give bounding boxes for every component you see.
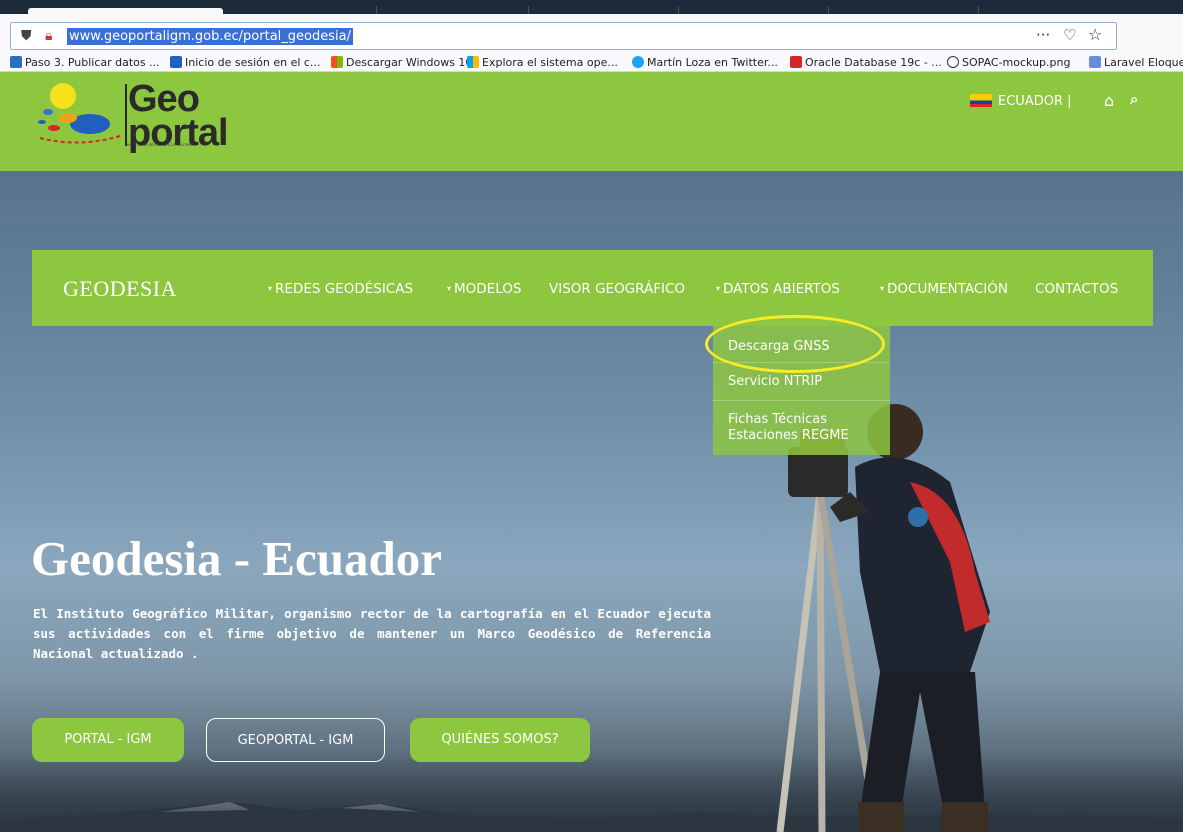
logo-wordmark: Geo portal [128, 78, 229, 154]
search-icon[interactable]: ⌕ [1130, 90, 1138, 108]
country-label: ECUADOR | [998, 94, 1072, 109]
url-text[interactable]: www.geoportaligm.gob.ec/portal_geodesia/ [67, 28, 353, 45]
ecuador-flag-icon [970, 94, 992, 107]
twitter-icon [632, 56, 644, 68]
nav-item-documentacion[interactable]: ▾ DOCUMENTACIÓN [880, 281, 1008, 297]
tracking-shield-icon[interactable]: ⛊ [21, 28, 35, 44]
tab-separator [376, 6, 377, 14]
bookmark-star-icon[interactable]: ☆ [1088, 25, 1102, 44]
bookmark-item[interactable]: Laravel Eloque [1089, 55, 1183, 71]
globe-icon [947, 56, 959, 68]
nav-item-visor-geografico[interactable]: VISOR GEOGRÁFICO [549, 281, 685, 297]
nav-item-datos-abiertos[interactable]: ▾ DATOS ABIERTOS [716, 281, 840, 297]
web-page: Geo portal INSTITUTO GEOGRÁFICO MILITAR … [0, 72, 1183, 832]
bookmark-favicon-icon [170, 56, 182, 68]
laravel-icon [1089, 56, 1101, 68]
geoportal-igm-button[interactable]: GEOPORTAL - IGM [206, 718, 385, 762]
address-bar[interactable]: ⛊ 🔒︎ www.geoportaligm.gob.ec/portal_geod… [10, 22, 1117, 50]
bookmark-item[interactable]: SOPAC-mockup.png [947, 55, 1070, 71]
bookmark-item[interactable]: Inicio de sesión en el c... [170, 55, 320, 71]
caret-down-icon: ▾ [880, 284, 885, 293]
portal-igm-button[interactable]: PORTAL - IGM [32, 718, 184, 762]
bookmark-item[interactable]: Explora el sistema ope... [467, 55, 618, 71]
bookmark-item[interactable]: Martín Loza en Twitter... [632, 55, 778, 71]
bookmark-item[interactable]: Paso 3. Publicar datos ... [10, 55, 160, 71]
bookmark-item[interactable]: Oracle Database 19c - ... [790, 55, 942, 71]
pocket-icon[interactable]: ♡ [1063, 26, 1076, 44]
bookmarks-toolbar: Paso 3. Publicar datos ... Inicio de ses… [0, 54, 1183, 72]
nav-item-modelos[interactable]: ▾ MODELOS [447, 281, 521, 297]
nav-item-redes-geodesicas[interactable]: ▾ REDES GEODÉSICAS [268, 281, 413, 297]
bookmark-favicon-icon [10, 56, 22, 68]
dropdown-item-servicio-ntrip[interactable]: Servicio NTRIP [728, 374, 822, 390]
caret-down-icon: ▾ [447, 284, 452, 293]
main-navbar: GEODESIA ▾ REDES GEODÉSICAS ▾ MODELOS VISO… [32, 250, 1153, 326]
dropdown-item-fichas-tecnicas[interactable]: Fichas Técnicas [728, 412, 827, 428]
dropdown-item-estaciones-regme[interactable]: Estaciones REGME [728, 428, 849, 444]
oracle-icon [790, 56, 802, 68]
caret-down-icon: ▾ [716, 284, 721, 293]
insecure-lock-icon[interactable]: 🔒︎ [45, 28, 52, 44]
tab-separator [678, 6, 679, 14]
dropdown-divider [713, 400, 890, 401]
browser-toolbar: ⛊ 🔒︎ www.geoportaligm.gob.ec/portal_geod… [0, 14, 1183, 54]
highlight-ellipse [705, 315, 885, 373]
home-icon[interactable]: ⌂ [1104, 91, 1114, 110]
caret-down-icon: ▾ [268, 284, 273, 293]
site-header: Geo portal INSTITUTO GEOGRÁFICO MILITAR … [0, 72, 1183, 171]
hero-description: El Instituto Geográfico Militar, organis… [33, 606, 711, 661]
navbar-brand[interactable]: GEODESIA [63, 276, 177, 302]
country-selector[interactable]: ECUADOR | [970, 94, 1072, 109]
browser-tab-strip [0, 0, 1183, 14]
quienes-somos-button[interactable]: QUIÉNES SOMOS? [410, 718, 590, 762]
logo-subtitle: INSTITUTO GEOGRÁFICO MILITAR [126, 142, 192, 147]
windows-logo-icon [467, 56, 479, 68]
tab-separator [528, 6, 529, 14]
tab-separator [978, 6, 979, 14]
bookmark-item[interactable]: Descargar Windows 10 [331, 55, 472, 71]
windows-logo-icon [331, 56, 343, 68]
hero-title: Geodesia - Ecuador [31, 531, 443, 586]
nav-item-contactos[interactable]: CONTACTOS [1035, 281, 1118, 297]
page-actions-more-icon[interactable]: ··· [1036, 26, 1050, 44]
tab-separator [828, 6, 829, 14]
